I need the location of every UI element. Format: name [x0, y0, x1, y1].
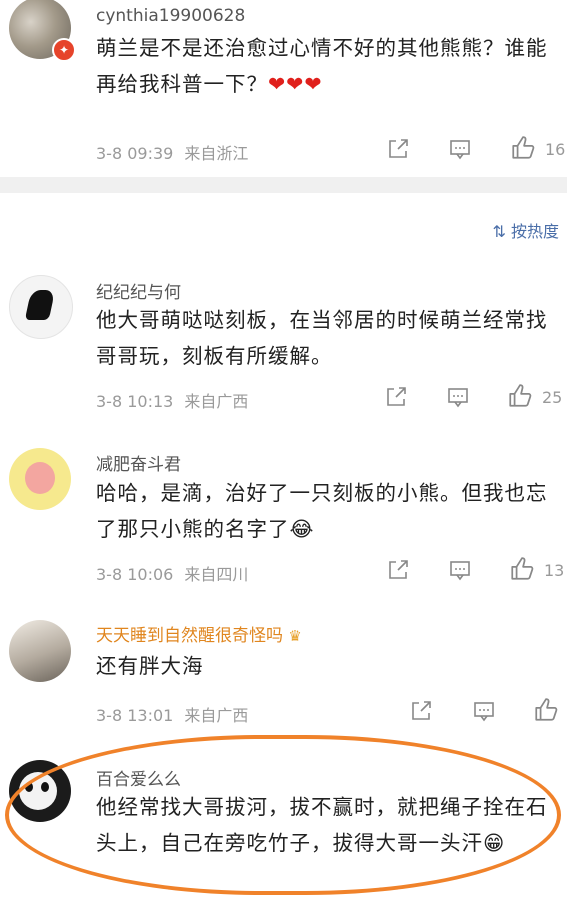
like-icon[interactable]	[509, 556, 535, 582]
share-icon[interactable]	[386, 558, 410, 582]
verified-badge-icon: ✦	[52, 38, 76, 62]
comment-meta: 3-8 10:13 来自广西	[96, 388, 248, 412]
username[interactable]: cynthia19900628	[96, 6, 245, 26]
like-count: 13	[544, 561, 565, 580]
vip-crown-icon: ♛	[288, 627, 302, 645]
like-icon[interactable]	[510, 135, 536, 161]
comment-icon[interactable]	[448, 137, 472, 161]
heart-emoji: ❤❤❤	[268, 72, 323, 96]
comment-text: 哈哈，是滴，治好了一只刻板的小熊。但我也忘了那只小熊的名字了😂	[96, 481, 548, 541]
comment-meta: 3-8 10:06 来自四川	[96, 561, 248, 585]
username[interactable]: 天天睡到自然醒很奇怪吗 ♛	[96, 621, 302, 646]
comment-icon[interactable]	[448, 558, 472, 582]
comment-date: 3-8 13:01	[96, 706, 174, 725]
username[interactable]: 纪纪纪与何	[96, 278, 181, 303]
share-icon[interactable]	[384, 385, 408, 409]
comment-icon[interactable]	[472, 699, 496, 723]
comment-text: 萌兰是不是还治愈过心情不好的其他熊熊？谁能再给我科普一下？❤❤❤	[96, 36, 548, 96]
avatar[interactable]	[9, 760, 71, 822]
username[interactable]: 百合爱么么	[96, 765, 181, 790]
comment-source: 来自浙江	[184, 144, 249, 163]
comment-meta: 3-8 13:01 来自广西	[96, 702, 248, 726]
sort-icon: ⇅	[492, 222, 506, 241]
comment-source: 来自广西	[184, 706, 249, 725]
username[interactable]: 减肥奋斗君	[96, 450, 181, 475]
like-count: 25	[542, 388, 563, 407]
share-icon[interactable]	[386, 137, 410, 161]
comment-text: 他大哥萌哒哒刻板，在当邻居的时候萌兰经常找哥哥玩，刻板有所缓解。	[96, 308, 548, 368]
section-divider	[0, 177, 567, 193]
comment-meta: 3-8 09:39 来自浙江	[96, 140, 248, 164]
comment-text: 他经常找大哥拔河，拔不赢时，就把绳子拴在石头上，自己在旁吃竹子，拔得大哥一头汗😁	[96, 795, 548, 855]
comment-date: 3-8 09:39	[96, 144, 174, 163]
avatar[interactable]	[9, 620, 71, 682]
comment-icon[interactable]	[446, 385, 470, 409]
like-count: 16	[545, 140, 566, 159]
sort-button[interactable]: ⇅ 按热度	[492, 218, 559, 242]
comment-text: 还有胖大海	[96, 654, 204, 678]
comment-date: 3-8 10:06	[96, 565, 174, 584]
comment-date: 3-8 10:13	[96, 392, 174, 411]
like-icon[interactable]	[533, 697, 559, 723]
comment-source: 来自四川	[184, 565, 249, 584]
comment-source: 来自广西	[184, 392, 249, 411]
avatar[interactable]	[9, 448, 71, 510]
like-icon[interactable]	[507, 383, 533, 409]
sort-label: 按热度	[510, 222, 559, 241]
avatar[interactable]	[9, 275, 73, 339]
share-icon[interactable]	[409, 699, 433, 723]
